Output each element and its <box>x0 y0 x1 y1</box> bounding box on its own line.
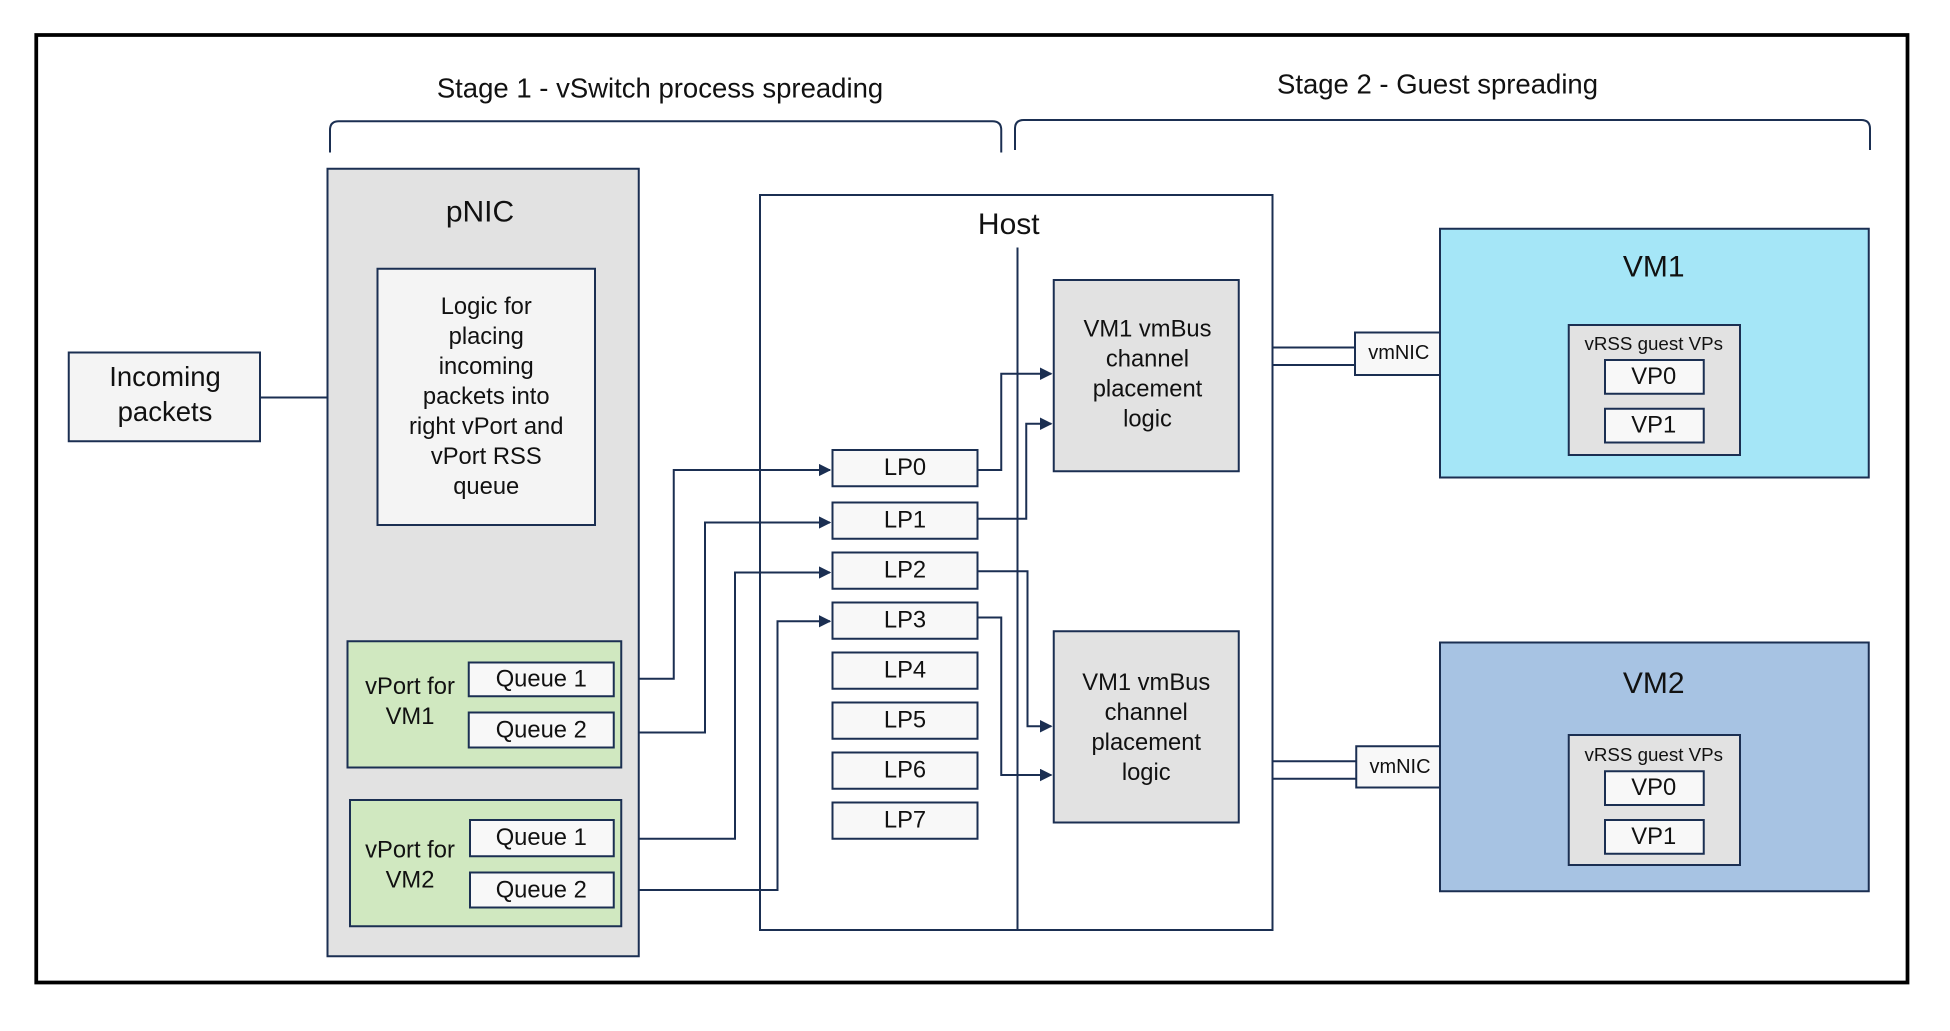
lp-label: LP0 <box>884 454 926 481</box>
svg-text:VP1: VP1 <box>1631 412 1676 439</box>
text-line: VM1 vmBus <box>1083 315 1211 342</box>
lp-label: LP5 <box>884 707 926 734</box>
svg-text:vPort for: vPort for <box>365 837 455 864</box>
text-line: logic <box>1123 405 1172 432</box>
diagram-canvas: Stage 1 - vSwitch process spreading Stag… <box>34 33 1910 985</box>
stage1-label: Stage 1 - vSwitch process spreading <box>437 72 883 103</box>
vport-vm1: vPort for VM1 Queue 1 Queue 2 <box>346 640 623 769</box>
text-line: placement <box>1093 375 1203 402</box>
lp-7: LP7 <box>831 801 979 840</box>
lp-label: LP4 <box>884 657 926 684</box>
lp-0: LP0 <box>831 449 979 488</box>
lp-3: LP3 <box>831 601 979 640</box>
lp-5: LP5 <box>831 701 979 740</box>
stage2-label: Stage 2 - Guest spreading <box>1277 69 1598 100</box>
vm2-box: VM2 vmNIC vRSS guest VPs VP0 VP1 <box>1355 641 1870 893</box>
svg-text:VP1: VP1 <box>1631 823 1676 850</box>
svg-text:vRSS guest VPs: vRSS guest VPs <box>1584 744 1723 765</box>
text-line: incoming <box>439 353 534 380</box>
lp-label: LP2 <box>884 557 926 584</box>
svg-text:Queue 1: Queue 1 <box>496 665 587 692</box>
vmbus-logic-1: VM1 vmBus channel placement logic <box>1052 279 1240 473</box>
vm1-box: VM1 vmNIC vRSS guest VPs VP0 VP1 <box>1354 227 1870 479</box>
text-line: packets into <box>423 383 550 410</box>
svg-text:Queue 2: Queue 2 <box>496 717 587 744</box>
svg-text:vmNIC: vmNIC <box>1369 756 1430 778</box>
stage1-bracket <box>329 120 1003 153</box>
text-line: placing <box>449 323 524 350</box>
lp-label: LP3 <box>884 607 926 634</box>
incoming-packets-box: Incoming packets <box>67 351 261 443</box>
text-line: channel <box>1106 345 1189 372</box>
svg-text:VM1: VM1 <box>386 703 435 730</box>
pnic-title: pNIC <box>446 196 514 229</box>
lp-label: LP6 <box>884 757 926 784</box>
text-line: queue <box>453 473 519 500</box>
svg-text:vRSS guest VPs: vRSS guest VPs <box>1584 333 1723 354</box>
svg-text:Queue 2: Queue 2 <box>496 877 587 904</box>
svg-text:VP0: VP0 <box>1631 363 1676 390</box>
vmbus-to-vmnic2 <box>1272 760 1357 780</box>
lp-1: LP1 <box>831 501 979 540</box>
vm1-title: VM1 <box>1623 251 1685 284</box>
lp-label: LP1 <box>884 507 926 534</box>
lp-6: LP6 <box>831 751 979 790</box>
svg-text:VP0: VP0 <box>1631 774 1676 801</box>
text-line: channel <box>1105 699 1188 726</box>
svg-text:Queue 1: Queue 1 <box>496 824 587 851</box>
text-line: vPort RSS <box>431 443 542 470</box>
lp-2: LP2 <box>831 551 979 590</box>
svg-text:vmNIC: vmNIC <box>1368 342 1429 364</box>
text-line: placement <box>1091 729 1201 756</box>
text-line: VM1 vmBus <box>1082 669 1210 696</box>
text-line: logic <box>1122 759 1171 786</box>
svg-text:packets: packets <box>118 396 213 427</box>
lp-label: LP7 <box>884 807 926 834</box>
vport-vm2: vPort for VM2 Queue 1 Queue 2 <box>349 799 623 928</box>
text-line: right vPort and <box>409 413 563 440</box>
text-line: Logic for <box>441 293 532 320</box>
host-title: Host <box>978 208 1040 241</box>
vmbus-logic-2: VM1 vmBus channel placement logic <box>1052 630 1240 824</box>
vm2-title: VM2 <box>1623 667 1685 700</box>
vmbus-to-vmnic1 <box>1272 346 1355 366</box>
lp-4: LP4 <box>831 651 979 690</box>
svg-text:VM2: VM2 <box>386 867 435 894</box>
svg-text:vPort for: vPort for <box>365 673 455 700</box>
diagram: Stage 1 - vSwitch process spreading Stag… <box>0 0 1950 1031</box>
svg-text:Incoming: Incoming <box>109 361 221 392</box>
stage2-bracket <box>1014 119 1871 150</box>
